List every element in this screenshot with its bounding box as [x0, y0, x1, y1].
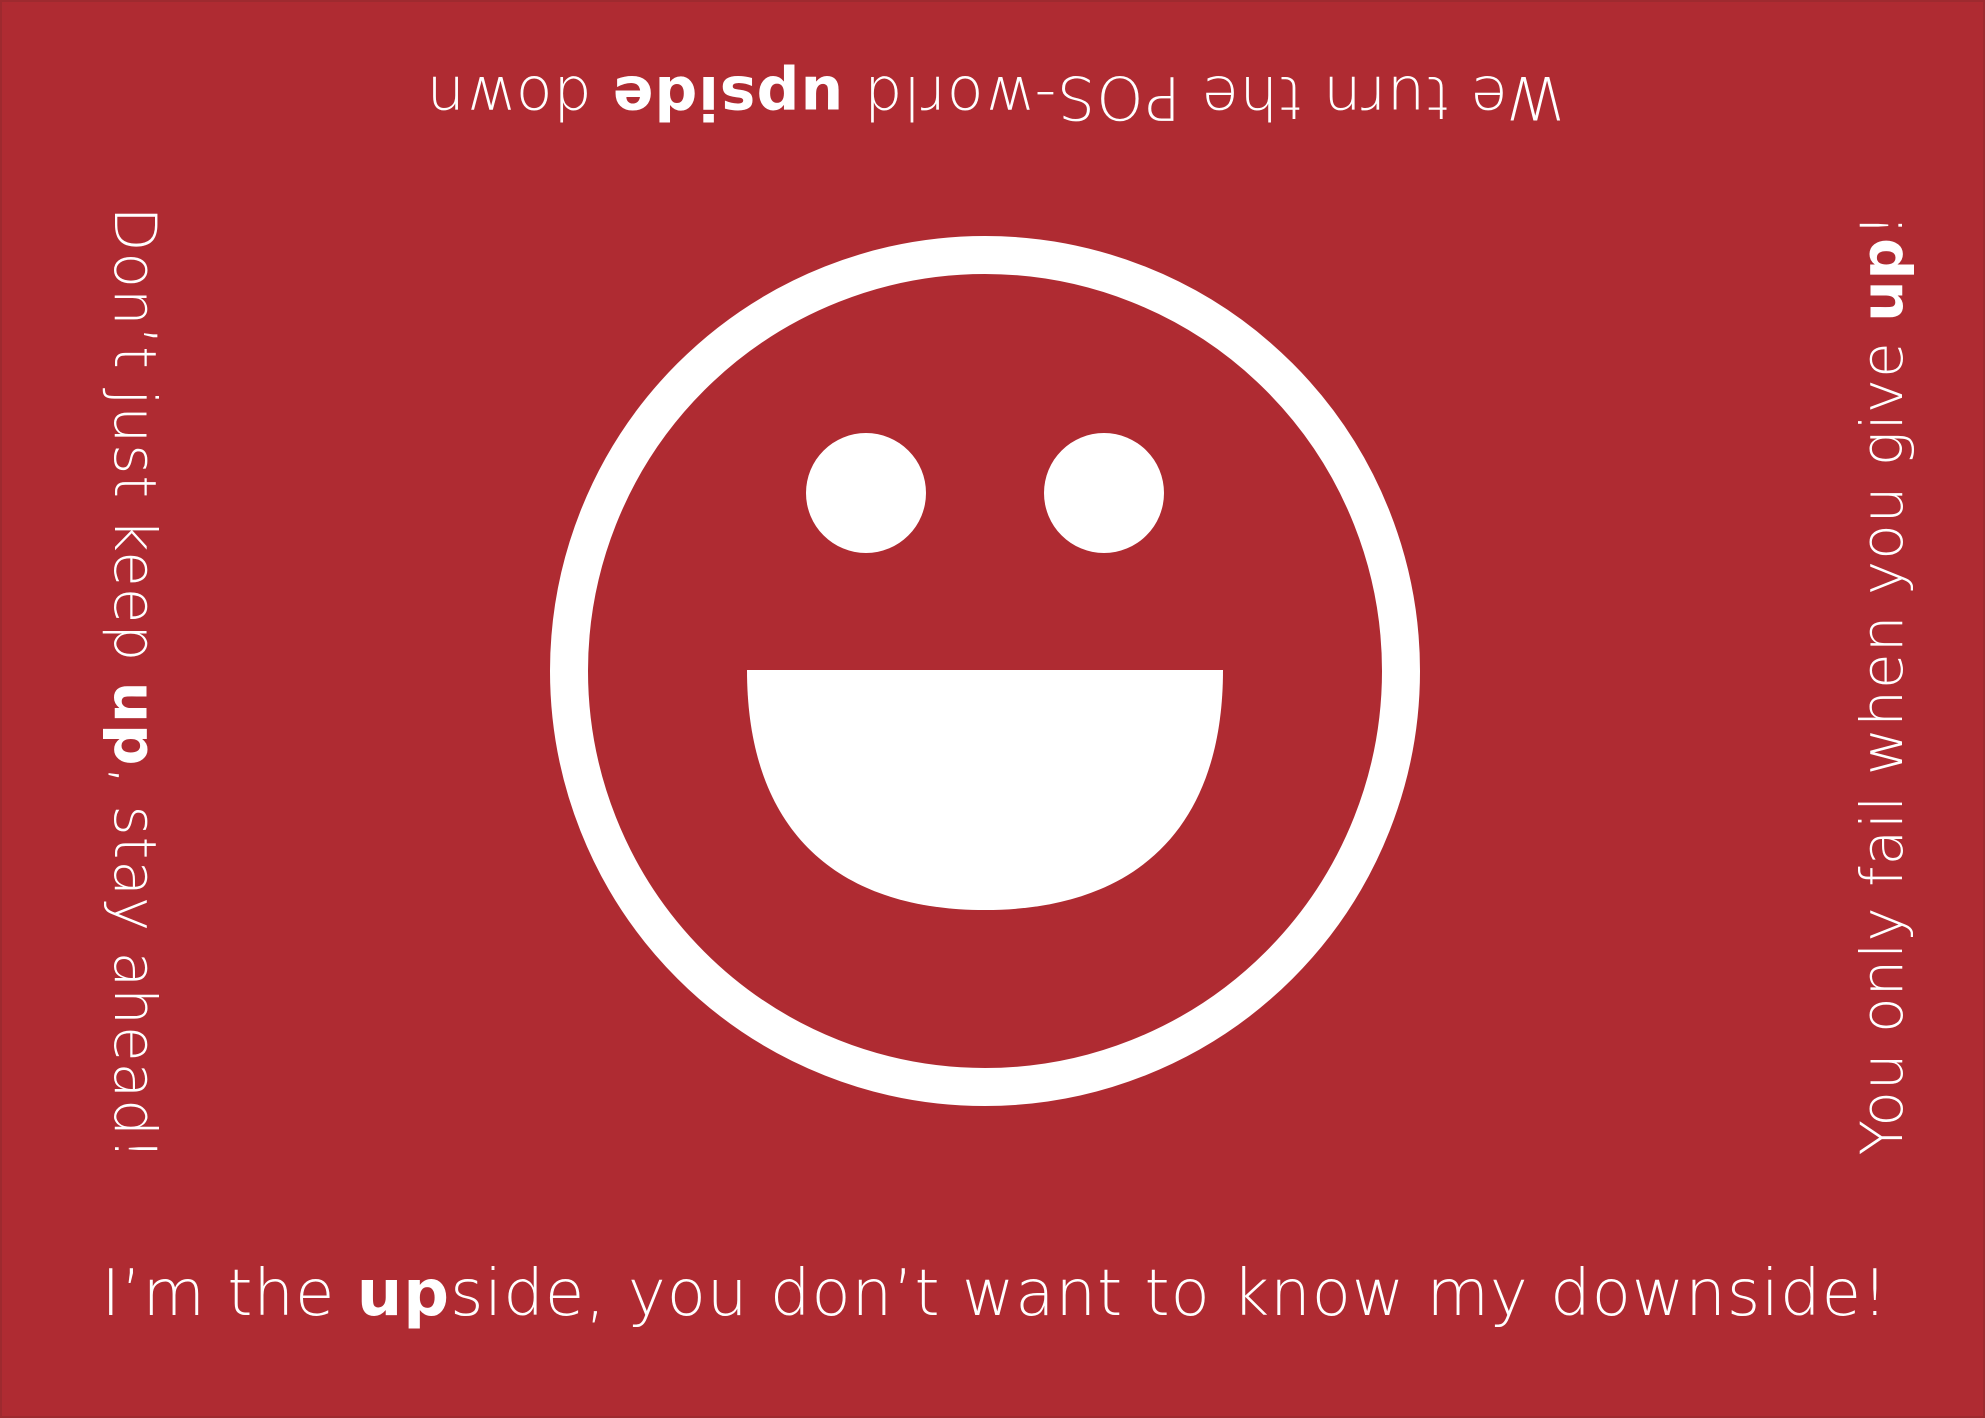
slogan-bottom-after: side, you don’t want to know my downside…: [450, 1257, 1889, 1331]
slogan-top-bold: upside: [611, 62, 844, 132]
slogan-bottom-before: I’m the: [101, 1257, 357, 1331]
slogan-right-after: !: [1848, 212, 1916, 237]
slogan-top-after: down: [425, 62, 612, 132]
slogan-left-before: Don’t just keep: [101, 206, 169, 682]
slogan-right: You only fail when you give up!: [1848, 213, 1916, 1156]
slogan-left-after: , stay ahead!: [101, 766, 169, 1162]
slogan-bottom-bold: up: [356, 1257, 451, 1331]
slogan-right-before: You only fail when you give: [1848, 321, 1916, 1156]
slogan-right-bold: up: [1848, 236, 1916, 322]
left-eye: [806, 433, 926, 553]
slogan-left-bold: up: [101, 681, 169, 767]
poster-card: We turn the POS-world upside down Don’t …: [0, 0, 1985, 1418]
slogan-bottom: I’m the upside, you don’t want to know m…: [101, 1262, 1888, 1326]
right-eye: [1044, 433, 1164, 553]
smile-mouth: [747, 670, 1223, 910]
slogan-left: Don’t just keep up, stay ahead!: [101, 207, 169, 1161]
slogan-top-before: We turn the POS-world: [843, 62, 1565, 132]
slogan-top: We turn the POS-world upside down: [426, 62, 1565, 132]
smiley-face-icon: [550, 236, 1420, 1106]
